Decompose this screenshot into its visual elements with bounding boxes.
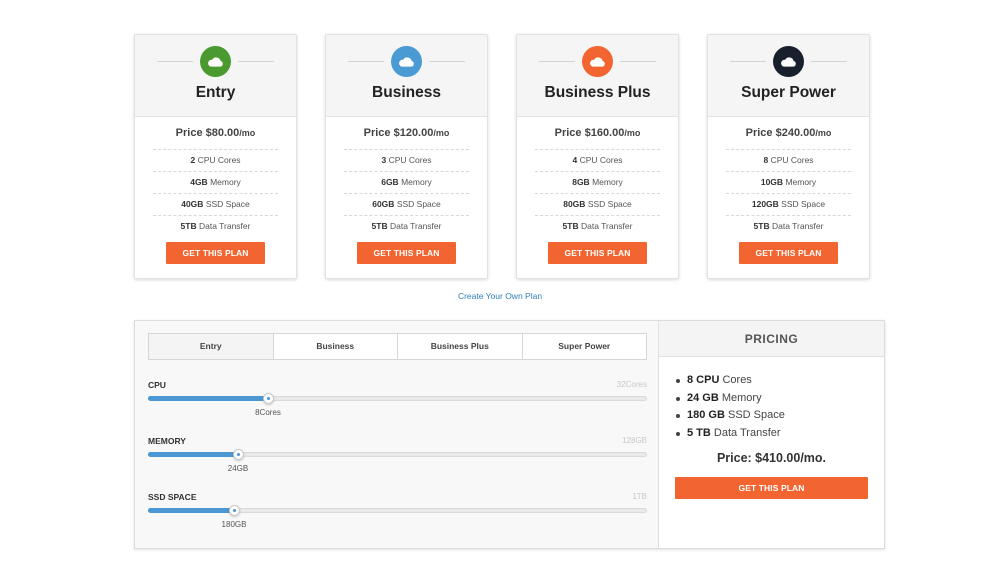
slider-label: SSD SPACE: [148, 492, 197, 502]
feature-transfer: 5TB Data Transfer: [753, 221, 824, 231]
plan-name: Business: [372, 84, 441, 101]
feature-cpu: 8 CPU Cores: [726, 150, 851, 172]
cpu-slider: CPU 32Cores 8Cores: [148, 380, 647, 424]
feature-transfer: 5TB Data Transfer: [371, 221, 442, 231]
plan-card-header: Business Plus: [517, 35, 678, 117]
header-divider: [429, 61, 465, 62]
slider-value: 8Cores: [255, 408, 281, 417]
summary-transfer: 5 TB Data Transfer: [676, 425, 785, 443]
header-divider: [539, 61, 575, 62]
builder-controls: Entry Business Business Plus Super Power…: [135, 321, 659, 548]
slider-fill: [148, 396, 268, 401]
ssd-space-slider: SSD SPACE 1TB 180GB: [148, 492, 647, 536]
summary-cpu: 8 CPU Cores: [676, 372, 785, 390]
memory-slider: MEMORY 128GB 24GB: [148, 436, 647, 480]
feature-memory: 6GB Memory: [344, 172, 469, 194]
tab-business[interactable]: Business: [274, 334, 398, 359]
feature-memory: 4GB Memory: [153, 172, 278, 194]
plan-card-business: Business Price $120.00/mo 3 CPU Cores 6G…: [325, 34, 488, 279]
plan-card-header: Super Power: [708, 35, 869, 117]
tab-super-power[interactable]: Super Power: [523, 334, 647, 359]
header-divider: [620, 61, 656, 62]
cloud-icon: [582, 46, 613, 77]
summary-ssd: 180 GB SSD Space: [676, 407, 785, 425]
feature-memory: 10GB Memory: [726, 172, 851, 194]
slider-value: 24GB: [227, 464, 249, 473]
plans-row: Entry Price $80.00/mo 2 CPU Cores 4GB Me…: [134, 34, 871, 279]
cloud-icon: [391, 46, 422, 77]
feature-list: 3 CPU Cores 6GB Memory 60GB SSD Space 5T…: [344, 149, 469, 238]
slider-value: 180GB: [221, 520, 247, 529]
slider-label: MEMORY: [148, 436, 186, 446]
slider-fill: [148, 508, 234, 513]
slider-handle[interactable]: [262, 393, 274, 404]
slider-fill: [148, 452, 238, 457]
slider-max: 1TB: [632, 492, 647, 501]
feature-ssd: 60GB SSD Space: [344, 194, 469, 216]
plan-name: Super Power: [741, 84, 836, 101]
header-divider: [811, 61, 847, 62]
header-divider: [730, 61, 766, 62]
feature-cpu: 3 CPU Cores: [344, 150, 469, 172]
header-divider: [348, 61, 384, 62]
plan-card-header: Entry: [135, 35, 296, 117]
get-custom-plan-button[interactable]: GET THIS PLAN: [675, 477, 868, 499]
feature-list: 4 CPU Cores 8GB Memory 80GB SSD Space 5T…: [535, 149, 660, 238]
plan-name: Entry: [195, 84, 236, 101]
custom-price-total: Price: $410.00/mo.: [716, 451, 827, 465]
pricing-panel: PRICING 8 CPU Cores 24 GB Memory 180 GB …: [659, 321, 884, 548]
plan-card-business-plus: Business Plus Price $160.00/mo 4 CPU Cor…: [516, 34, 679, 279]
plan-price: Price $80.00/mo: [175, 127, 256, 139]
slider-handle[interactable]: [228, 505, 240, 516]
feature-memory: 8GB Memory: [535, 172, 660, 194]
plan-name: Business Plus: [544, 84, 651, 101]
feature-transfer: 5TB Data Transfer: [562, 221, 633, 231]
plan-price: Price $120.00/mo: [363, 127, 450, 139]
plan-card-entry: Entry Price $80.00/mo 2 CPU Cores 4GB Me…: [134, 34, 297, 279]
feature-ssd: 120GB SSD Space: [726, 194, 851, 216]
cloud-icon: [200, 46, 231, 77]
get-plan-button-business[interactable]: GET THIS PLAN: [357, 242, 456, 264]
cloud-icon: [773, 46, 804, 77]
slider-handle[interactable]: [232, 449, 244, 460]
tab-entry[interactable]: Entry: [149, 334, 274, 359]
slider-max: 128GB: [622, 436, 647, 445]
summary-memory: 24 GB Memory: [676, 390, 785, 408]
plan-preset-tabs: Entry Business Business Plus Super Power: [148, 333, 647, 360]
tab-business-plus[interactable]: Business Plus: [398, 334, 523, 359]
feature-ssd: 40GB SSD Space: [153, 194, 278, 216]
get-plan-button-business-plus[interactable]: GET THIS PLAN: [548, 242, 647, 264]
get-plan-button-entry[interactable]: GET THIS PLAN: [166, 242, 265, 264]
feature-ssd: 80GB SSD Space: [535, 194, 660, 216]
plan-card-super-power: Super Power Price $240.00/mo 8 CPU Cores…: [707, 34, 870, 279]
plan-price: Price $160.00/mo: [554, 127, 641, 139]
feature-transfer: 5TB Data Transfer: [180, 221, 251, 231]
feature-list: 8 CPU Cores 10GB Memory 120GB SSD Space …: [726, 149, 851, 238]
header-divider: [157, 61, 193, 62]
plan-card-header: Business: [326, 35, 487, 117]
feature-cpu: 4 CPU Cores: [535, 150, 660, 172]
plan-price: Price $240.00/mo: [745, 127, 832, 139]
feature-list: 2 CPU Cores 4GB Memory 40GB SSD Space 5T…: [153, 149, 278, 238]
pricing-title: PRICING: [659, 321, 884, 357]
slider-label: CPU: [148, 380, 166, 390]
slider-max: 32Cores: [616, 380, 647, 389]
feature-cpu: 2 CPU Cores: [153, 150, 278, 172]
create-own-plan-link[interactable]: Create Your Own Plan: [0, 291, 1000, 301]
plan-builder: Entry Business Business Plus Super Power…: [134, 320, 885, 549]
header-divider: [238, 61, 274, 62]
get-plan-button-super-power[interactable]: GET THIS PLAN: [739, 242, 838, 264]
pricing-summary: 8 CPU Cores 24 GB Memory 180 GB SSD Spac…: [676, 372, 785, 442]
